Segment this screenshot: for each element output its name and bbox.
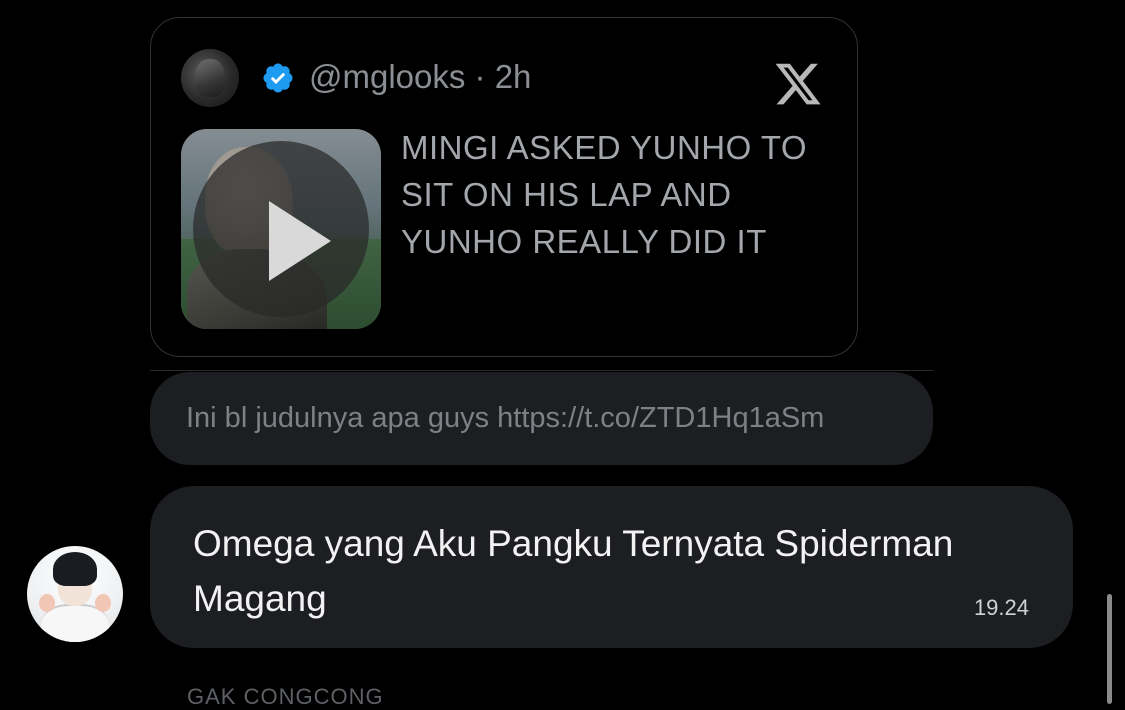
message-bubble[interactable]: Omega yang Aku Pangku Ternyata Spiderman… [150,486,1073,648]
message-text: Omega yang Aku Pangku Ternyata Spiderman… [193,523,954,619]
sender-avatar[interactable] [27,546,123,642]
caption-text: Ini bl judulnya apa guys https://t.co/ZT… [186,402,825,434]
tweet-text: MINGI ASKED YUNHO TO SIT ON HIS LAP AND … [401,129,808,260]
video-thumbnail[interactable] [181,129,381,329]
verified-badge-icon [263,63,293,93]
divider [150,370,933,371]
tweet-author-avatar[interactable] [181,49,239,107]
tweet-embed-card[interactable]: @mglooks · 2h MINGI ASKED YUNHO TO SIT O… [150,17,858,357]
tweet-handle-time[interactable]: @mglooks · 2h [309,58,531,96]
avatar-hand-left [39,594,55,612]
play-icon [269,201,331,281]
message-timestamp: 19.24 [973,595,1029,620]
avatar-hair [53,552,97,586]
scrollbar[interactable] [1107,594,1112,704]
caption-bubble[interactable]: Ini bl judulnya apa guys https://t.co/ZT… [150,372,933,465]
next-sender-name: GAK CONGCONG [187,684,384,709]
x-logo-icon [775,63,821,105]
avatar-hand-right [95,594,111,612]
play-button[interactable] [193,141,369,317]
